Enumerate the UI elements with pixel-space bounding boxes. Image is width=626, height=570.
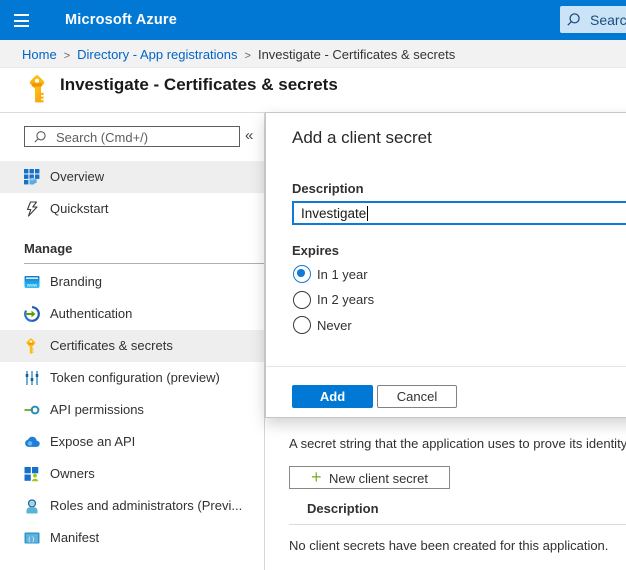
svg-text:www: www [27, 282, 38, 287]
svg-text:( ): ( ) [28, 536, 34, 543]
